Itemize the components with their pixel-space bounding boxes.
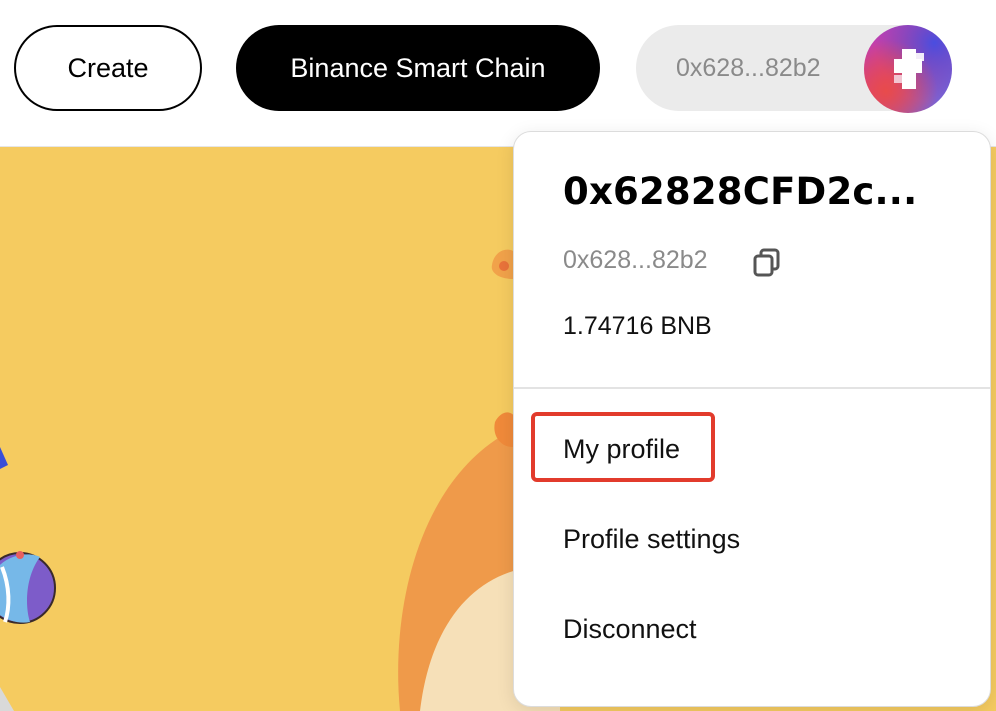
- account-dropdown-menu: 0x62828CFD2c... 0x628...82b2 1.74716 BNB…: [513, 131, 991, 707]
- account-name: 0x62828CFD2c...: [563, 170, 918, 213]
- network-selector-button[interactable]: Binance Smart Chain: [236, 25, 600, 111]
- create-button[interactable]: Create: [14, 25, 202, 111]
- account-balance: 1.74716 BNB: [563, 312, 712, 340]
- my-profile-menu-item[interactable]: My profile: [563, 434, 680, 465]
- disconnect-menu-item[interactable]: Disconnect: [563, 614, 697, 645]
- top-header: Create Binance Smart Chain 0x628...82b2: [0, 0, 996, 140]
- menu-divider: [514, 387, 990, 389]
- account-address: 0x628...82b2: [563, 246, 708, 274]
- profile-settings-menu-item[interactable]: Profile settings: [563, 524, 740, 555]
- copy-icon[interactable]: [752, 246, 784, 280]
- avatar[interactable]: [864, 25, 952, 113]
- wallet-address-label: 0x628...82b2: [676, 53, 821, 82]
- identicon-icon: [894, 49, 924, 89]
